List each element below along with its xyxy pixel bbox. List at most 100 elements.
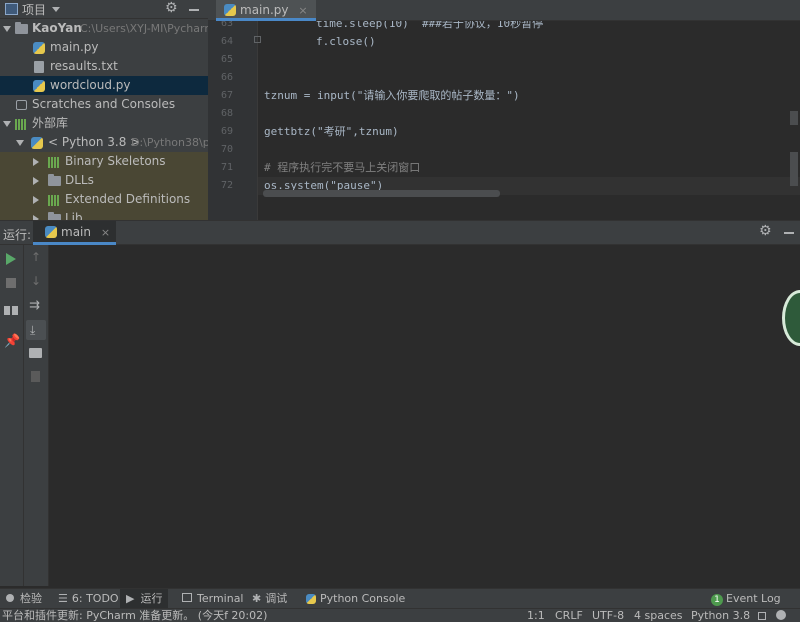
close-icon[interactable]: ×	[101, 226, 110, 239]
fold-marker-icon[interactable]	[254, 36, 261, 43]
editor-tab-main-py[interactable]: main.py ×	[216, 0, 316, 21]
arrow-up-icon[interactable]: ↑	[31, 250, 41, 264]
inspection-icon	[6, 594, 14, 602]
minimize-icon[interactable]	[189, 9, 199, 11]
tree-item-extended-definitions[interactable]: Extended Definitions	[0, 190, 208, 209]
caret-position[interactable]: 1:1	[527, 609, 545, 622]
project-panel-title[interactable]: 项目	[22, 1, 46, 18]
folder-icon	[48, 174, 61, 186]
file-encoding[interactable]: UTF-8	[592, 609, 624, 622]
event-log-badge: 1	[711, 594, 723, 606]
chevron-down-icon[interactable]	[52, 7, 60, 12]
line-number: 67	[220, 90, 233, 101]
pin-icon[interactable]: 📌	[4, 334, 20, 349]
tree-item-resaults-txt[interactable]: resaults.txt	[0, 57, 208, 76]
terminal-icon	[182, 593, 192, 602]
editor-tab-label: main.py	[240, 3, 289, 17]
python-console-icon	[306, 594, 316, 604]
tool-window-label: Terminal	[197, 592, 244, 605]
project-view-icon[interactable]	[5, 3, 18, 15]
print-icon[interactable]	[29, 348, 42, 358]
tool-window-debug[interactable]: ✱ 调试	[252, 589, 287, 609]
horizontal-scrollbar[interactable]	[263, 190, 500, 197]
tool-window-label: 运行	[140, 592, 163, 605]
line-separator[interactable]: CRLF	[555, 609, 583, 622]
python-file-icon	[33, 42, 45, 54]
floating-widget-icon[interactable]	[782, 290, 800, 346]
vertical-scrollbar-thumb[interactable]	[790, 152, 798, 186]
tree-item-label: Binary Skeletons	[65, 154, 166, 168]
trash-icon[interactable]	[31, 371, 40, 382]
code-line: gettbtz("考研",tznum)	[264, 125, 399, 138]
tool-window-event-log[interactable]: 1 Event Log	[711, 589, 781, 609]
run-panel-header: 运行: main × ⚙	[0, 220, 800, 245]
list-icon: ☰	[58, 592, 68, 605]
tool-window-python-console[interactable]: Python Console	[306, 589, 405, 609]
tool-window-inspection[interactable]: 检验	[6, 589, 42, 609]
console-toolbar: ↑ ↓ ⇉ ⤓	[24, 245, 49, 586]
line-number: 63	[220, 21, 233, 29]
user-icon[interactable]	[776, 610, 786, 620]
line-number: 71	[220, 162, 233, 173]
line-number: 66	[220, 72, 233, 83]
expanded-arrow-icon[interactable]	[3, 121, 11, 127]
python-file-icon	[224, 4, 236, 16]
lock-icon[interactable]	[758, 612, 766, 620]
tree-item-main-py[interactable]: main.py	[0, 38, 208, 57]
run-panel-label: 运行:	[3, 228, 32, 242]
code-comment: # 程序执行完不要马上关闭窗口	[264, 161, 421, 174]
tree-item-project-root[interactable]: KaoYan C:\Users\XYJ-MI\PycharmP	[0, 19, 208, 38]
status-bar: 平台和插件更新: PyCharm 准备更新。 (今天f 20:02) 1:1 C…	[0, 608, 800, 622]
indent-setting[interactable]: 4 spaces	[634, 609, 683, 622]
gear-icon[interactable]: ⚙	[165, 0, 178, 16]
collapsed-arrow-icon[interactable]	[33, 158, 39, 166]
soft-wrap-icon[interactable]: ⇉	[29, 298, 40, 313]
line-number: 65	[220, 54, 233, 65]
tree-item-python-sdk[interactable]: < Python 3.8 > D:\Python38\p	[0, 133, 208, 152]
tool-window-run[interactable]: ▶ 运行	[120, 589, 169, 609]
scroll-to-end-button[interactable]	[26, 320, 46, 340]
folder-icon	[15, 22, 28, 34]
gear-icon[interactable]: ⚙	[759, 223, 772, 239]
expanded-arrow-icon[interactable]	[3, 26, 11, 32]
tree-item-path: D:\Python38\p	[131, 136, 208, 149]
arrow-down-icon[interactable]: ↓	[31, 274, 41, 288]
python-sdk-icon	[31, 137, 43, 149]
editor-tab-bar: main.py ×	[208, 0, 800, 21]
stop-icon[interactable]	[6, 278, 16, 288]
tree-item-path: C:\Users\XYJ-MI\PycharmP	[80, 22, 208, 35]
tree-item-external-libraries[interactable]: 外部库	[0, 114, 208, 133]
run-icon[interactable]	[6, 253, 16, 265]
close-icon[interactable]: ×	[298, 4, 307, 17]
tool-window-todo[interactable]: ☰ 6: TODO	[58, 589, 119, 609]
tree-item-dlls[interactable]: DLLs	[0, 171, 208, 190]
line-number: 64	[220, 36, 233, 47]
library-icon	[48, 157, 60, 168]
tree-item-lib[interactable]: Lib	[0, 209, 208, 220]
status-message[interactable]: 平台和插件更新: PyCharm 准备更新。 (今天f 20:02)	[2, 609, 267, 622]
run-icon: ▶	[126, 592, 135, 605]
collapsed-arrow-icon[interactable]	[33, 196, 39, 204]
expanded-arrow-icon[interactable]	[16, 140, 24, 146]
tree-item-binary-skeletons[interactable]: Binary Skeletons	[0, 152, 208, 171]
python-interpreter[interactable]: Python 3.8	[691, 609, 750, 622]
run-toolbar: 📌	[0, 245, 24, 586]
run-console[interactable]	[49, 245, 800, 586]
run-tab-main[interactable]: main ×	[33, 221, 117, 245]
collapsed-arrow-icon[interactable]	[33, 177, 39, 185]
tree-item-wordcloud-py[interactable]: wordcloud.py	[0, 76, 208, 95]
text-file-icon	[34, 61, 44, 73]
project-panel-header: 项目 ⚙	[0, 0, 208, 19]
tool-window-terminal[interactable]: Terminal	[182, 589, 244, 609]
tool-window-label: 检验	[20, 592, 42, 605]
code-line: tznum = input("请输入你要爬取的帖子数量：")	[264, 89, 520, 102]
code-editor[interactable]: 63 64 65 66 67 68 69 70 71 72 time.sleep…	[208, 21, 800, 220]
tool-window-label: 调试	[265, 592, 288, 605]
tree-item-label: Extended Definitions	[65, 192, 191, 206]
layout-icon[interactable]	[4, 306, 18, 315]
vertical-scrollbar[interactable]	[790, 111, 798, 125]
project-tree: KaoYan C:\Users\XYJ-MI\PycharmP main.py …	[0, 19, 208, 220]
minimize-icon[interactable]	[784, 232, 794, 234]
library-icon	[15, 119, 27, 130]
tree-item-scratches[interactable]: Scratches and Consoles	[0, 95, 208, 114]
